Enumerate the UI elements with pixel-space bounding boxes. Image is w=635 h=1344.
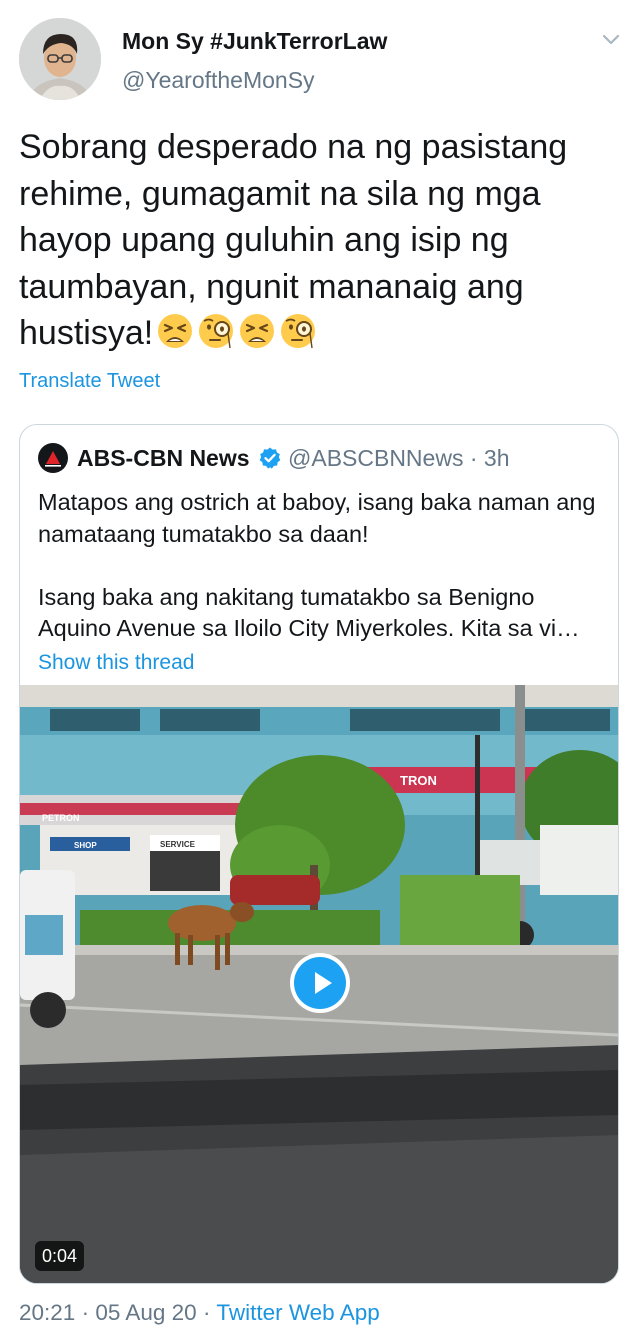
tweet-time[interactable]: 20:21: [19, 1300, 75, 1325]
quoted-tweet-age[interactable]: 3h: [484, 445, 510, 471]
tweet-menu-button[interactable]: [598, 30, 624, 50]
footer-separator-2: ·: [202, 1300, 211, 1325]
author-avatar[interactable]: [19, 18, 101, 100]
quoted-author-name[interactable]: ABS-CBN News: [77, 445, 250, 472]
service-sign: SERVICE: [160, 840, 196, 849]
video-player[interactable]: PETRON TRON SHOP SERVICE 0:04: [20, 685, 618, 1283]
author-handle[interactable]: @YearoftheMonSy: [122, 67, 315, 94]
show-this-thread-link[interactable]: Show this thread: [38, 651, 194, 675]
footer-separator: ·: [81, 1300, 90, 1325]
quoted-text-paragraph-2: Isang baka ang nakitang tumatakbo sa Ben…: [38, 583, 580, 642]
chevron-down-icon: [602, 34, 620, 45]
abs-cbn-news-logo: [38, 443, 68, 473]
author-display-name[interactable]: Mon Sy #JunkTerrorLaw: [122, 28, 387, 55]
petron-roof-sign: TRON: [400, 773, 437, 788]
meta-separator: ·: [469, 445, 478, 471]
quoted-author-handle[interactable]: @ABSCBNNews: [288, 445, 463, 471]
petron-sign: PETRON: [42, 813, 80, 823]
quoted-tweet-text: Matapos ang ostrich at baboy, isang baka…: [38, 487, 603, 645]
tweet-source-link[interactable]: Twitter Web App: [216, 1300, 379, 1325]
tweet-footer: 20:21 · 05 Aug 20 · Twitter Web App: [19, 1300, 380, 1326]
tired-face-icon: [158, 314, 193, 348]
play-icon: [315, 972, 332, 994]
tweet-text: Sobrang desperado na ng pasistang rehime…: [19, 124, 619, 363]
tweet-emojis: [157, 312, 321, 363]
face-with-monocle-icon: [281, 314, 316, 349]
play-button-circle: [294, 957, 346, 1009]
play-button[interactable]: [290, 953, 350, 1013]
quoted-tweet-card[interactable]: ABS-CBN News @ABSCBNNews · 3h Matapos an…: [19, 424, 619, 1284]
video-duration: 0:04: [35, 1241, 85, 1271]
profile-photo: [19, 18, 101, 100]
tweet-date[interactable]: 05 Aug 20: [95, 1300, 196, 1325]
face-with-monocle-icon: [199, 314, 234, 349]
translate-tweet-link[interactable]: Translate Tweet: [19, 370, 160, 393]
tired-face-icon: [240, 314, 275, 348]
quoted-author-meta: @ABSCBNNews · 3h: [288, 445, 510, 472]
shop-sign: SHOP: [74, 841, 97, 850]
quoted-text-paragraph-1: Matapos ang ostrich at baboy, isang baka…: [38, 489, 596, 547]
verified-badge-icon: [259, 447, 281, 469]
